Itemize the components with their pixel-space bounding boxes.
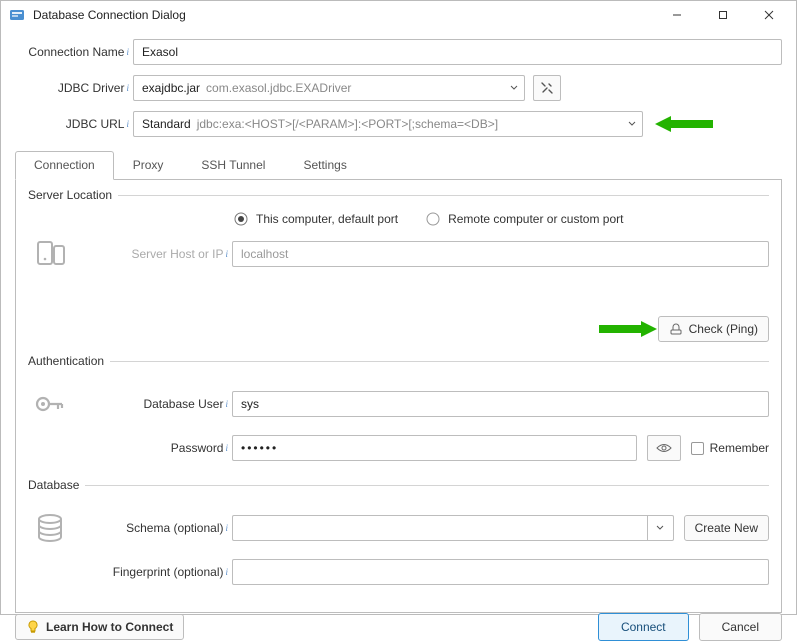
manage-drivers-button[interactable] xyxy=(533,75,561,101)
label-fingerprint: Fingerprint (optional)i xyxy=(84,565,232,579)
info-icon[interactable]: i xyxy=(126,83,129,93)
legend-authentication: Authentication xyxy=(28,354,110,368)
fingerprint-input[interactable] xyxy=(232,559,769,585)
radio-local[interactable]: This computer, default port xyxy=(234,212,398,226)
learn-how-button[interactable]: Learn How to Connect xyxy=(15,614,184,640)
row-password: Passwordi Remember xyxy=(28,430,769,466)
key-icon xyxy=(32,386,68,422)
label-password: Passwordi xyxy=(84,441,232,455)
connection-panel: Server Location This computer, default p… xyxy=(15,180,782,613)
row-server-host: Server Host or IPi xyxy=(28,236,769,272)
info-icon[interactable]: i xyxy=(225,443,228,453)
row-connection-name: Connection Namei xyxy=(15,39,782,65)
row-jdbc-url: JDBC URLi Standard jdbc:exa:<HOST>[/<PAR… xyxy=(15,111,782,137)
group-database: Database Schema (optional)i Create New xyxy=(28,478,769,590)
arrow-annotation-url xyxy=(655,113,713,135)
radio-remote[interactable]: Remote computer or custom port xyxy=(426,212,623,226)
dialog-footer: Learn How to Connect Connect Cancel xyxy=(1,613,796,641)
minimize-button[interactable] xyxy=(654,1,700,29)
info-icon[interactable]: i xyxy=(126,119,129,129)
show-password-button[interactable] xyxy=(647,435,681,461)
info-icon[interactable]: i xyxy=(225,399,228,409)
tab-ssh-tunnel[interactable]: SSH Tunnel xyxy=(182,151,284,180)
app-icon xyxy=(9,7,25,23)
password-input[interactable] xyxy=(232,435,637,461)
window-title: Database Connection Dialog xyxy=(33,8,654,22)
group-authentication: Authentication Database Useri Passwordi xyxy=(28,354,769,466)
checkbox-box xyxy=(691,442,704,455)
eye-icon xyxy=(656,442,672,454)
info-icon[interactable]: i xyxy=(225,249,228,259)
legend-database: Database xyxy=(28,478,85,492)
chevron-down-icon xyxy=(510,81,518,95)
dialog-content: Connection Namei JDBC Driveri exajdbc.ja… xyxy=(1,29,796,613)
database-icon xyxy=(32,510,68,546)
tab-connection[interactable]: Connection xyxy=(15,151,114,180)
url-template: jdbc:exa:<HOST>[/<PARAM>]:<PORT>[;schema… xyxy=(197,117,498,131)
remember-checkbox[interactable]: Remember xyxy=(691,441,769,455)
tools-icon xyxy=(540,81,554,95)
row-fingerprint: Fingerprint (optional)i xyxy=(28,554,769,590)
info-icon[interactable]: i xyxy=(126,47,129,57)
connect-button[interactable]: Connect xyxy=(598,613,689,641)
jdbc-url-combo[interactable]: Standard jdbc:exa:<HOST>[/<PARAM>]:<PORT… xyxy=(133,111,643,137)
server-location-radios: This computer, default port Remote compu… xyxy=(234,212,769,226)
row-ping: Check (Ping) xyxy=(28,316,769,342)
cancel-button[interactable]: Cancel xyxy=(699,613,782,641)
label-connection-name: Connection Namei xyxy=(15,45,133,59)
tabstrip: Connection Proxy SSH Tunnel Settings xyxy=(15,151,782,180)
row-schema: Schema (optional)i Create New xyxy=(28,510,769,546)
close-button[interactable] xyxy=(746,1,792,29)
create-new-button[interactable]: Create New xyxy=(684,515,769,541)
schema-combo[interactable] xyxy=(232,515,674,541)
server-icon xyxy=(32,236,68,272)
chevron-down-icon[interactable] xyxy=(647,516,673,540)
legend-server-location: Server Location xyxy=(28,188,118,202)
titlebar: Database Connection Dialog xyxy=(1,1,796,29)
db-user-input[interactable] xyxy=(232,391,769,417)
check-ping-button[interactable]: Check (Ping) xyxy=(658,316,769,342)
url-mode: Standard xyxy=(142,117,191,131)
group-server-location: Server Location This computer, default p… xyxy=(28,188,769,346)
window-buttons xyxy=(654,1,792,29)
maximize-button[interactable] xyxy=(700,1,746,29)
label-jdbc-url: JDBC URLi xyxy=(15,117,133,131)
dialog-window: Database Connection Dialog Connection Na… xyxy=(0,0,797,615)
arrow-annotation-ping xyxy=(599,318,657,340)
lightbulb-icon xyxy=(26,620,40,634)
jdbc-driver-combo[interactable]: exajdbc.jar com.exasol.jdbc.EXADriver xyxy=(133,75,525,101)
ping-icon xyxy=(669,322,683,336)
tab-proxy[interactable]: Proxy xyxy=(114,151,183,180)
label-jdbc-driver: JDBC Driveri xyxy=(15,81,133,95)
info-icon[interactable]: i xyxy=(225,567,228,577)
label-schema: Schema (optional)i xyxy=(84,521,232,535)
driver-jar-name: exajdbc.jar xyxy=(142,81,200,95)
server-host-input xyxy=(232,241,769,267)
chevron-down-icon xyxy=(628,117,636,131)
tab-settings[interactable]: Settings xyxy=(284,151,365,180)
row-jdbc-driver: JDBC Driveri exajdbc.jar com.exasol.jdbc… xyxy=(15,75,782,101)
label-db-user: Database Useri xyxy=(84,397,232,411)
connection-name-input[interactable] xyxy=(133,39,782,65)
driver-class-name: com.exasol.jdbc.EXADriver xyxy=(206,81,351,95)
row-db-user: Database Useri xyxy=(28,386,769,422)
info-icon[interactable]: i xyxy=(225,523,228,533)
label-server-host: Server Host or IPi xyxy=(84,247,232,261)
